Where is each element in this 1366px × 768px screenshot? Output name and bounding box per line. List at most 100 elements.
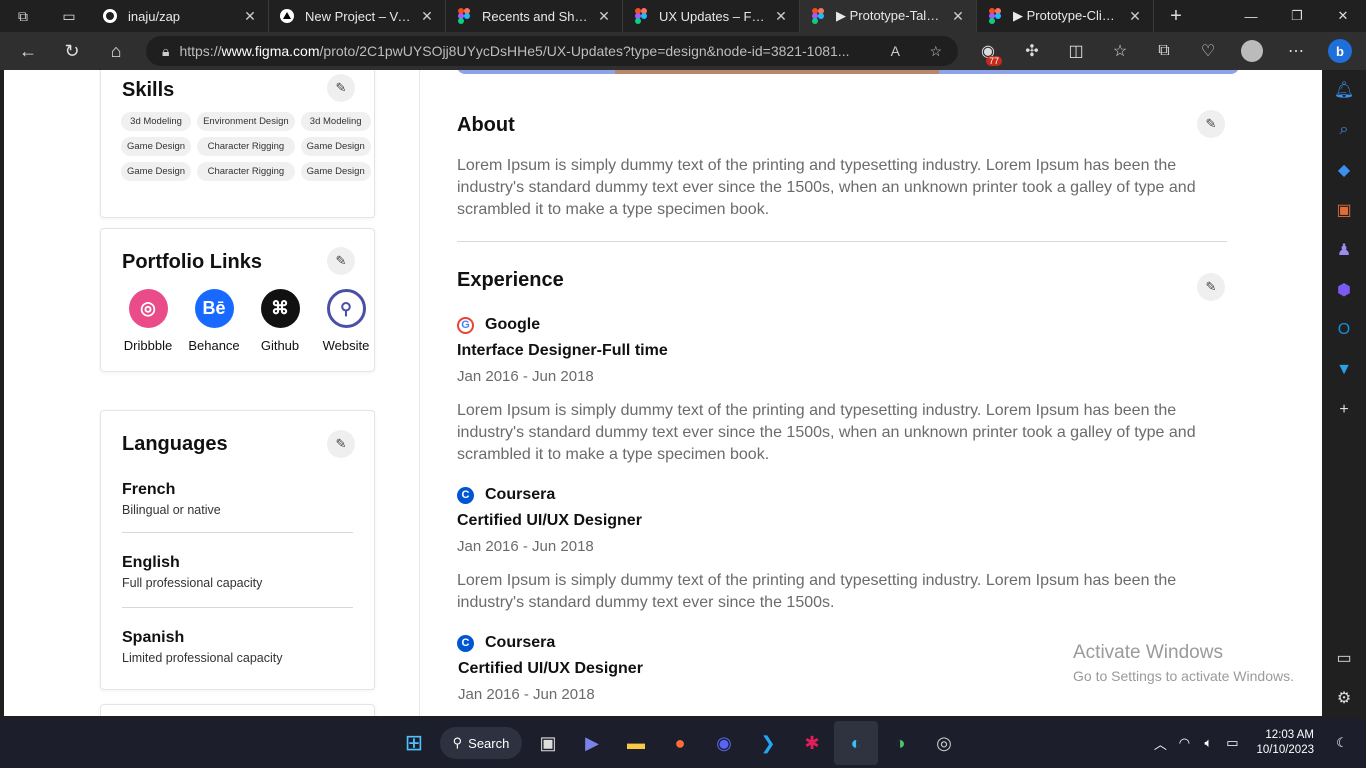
edit-skills-button[interactable]: ✎: [327, 74, 355, 102]
more-menu-icon[interactable]: ⋯: [1274, 32, 1318, 70]
workspaces-icon[interactable]: ⧉: [0, 0, 46, 32]
close-icon[interactable]: ✕: [596, 8, 612, 25]
search-icon[interactable]: ⌕: [1322, 110, 1366, 150]
skill-chip: Character Rigging: [197, 162, 295, 181]
language-level: Full professional capacity: [122, 576, 263, 590]
tab-prototype-client[interactable]: ▶ Prototype-Client ( ✕: [977, 0, 1154, 32]
drop-icon[interactable]: ▼: [1322, 350, 1366, 390]
file-explorer-icon[interactable]: ▬: [614, 721, 658, 765]
window-controls: — ❐ ✕: [1228, 0, 1366, 32]
portfolio-link-label: Website: [322, 338, 370, 353]
portfolio-link-label: Behance: [188, 338, 240, 353]
battery-icon[interactable]: ▭: [1220, 735, 1244, 751]
sidebar-layout-icon[interactable]: ▭: [1322, 638, 1366, 678]
portfolio-link-label: Github: [260, 338, 300, 353]
postman-icon[interactable]: ●: [658, 721, 702, 765]
language-item: French Bilingual or native: [122, 481, 353, 517]
app-icon[interactable]: ◎: [922, 721, 966, 765]
tab-github[interactable]: inaju/zap ✕: [92, 0, 269, 32]
pencil-icon: ✎: [1205, 116, 1217, 131]
volume-icon[interactable]: 🔈︎: [1196, 735, 1220, 751]
experience-dates: Jan 2016 - Jun 2018: [457, 368, 594, 385]
task-view-icon[interactable]: ▣: [526, 721, 570, 765]
experience-company: C Coursera: [457, 634, 555, 652]
clock[interactable]: 12:03 AM 10/10/2023: [1256, 728, 1314, 758]
add-icon[interactable]: +: [1322, 390, 1366, 430]
refresh-button[interactable]: ↻: [50, 32, 94, 70]
close-icon[interactable]: ✕: [950, 8, 966, 25]
favorites-icon[interactable]: ☆: [1098, 32, 1142, 70]
edit-languages-button[interactable]: ✎: [327, 430, 355, 458]
experience-title: Experience: [457, 269, 564, 291]
portfolio-link-github[interactable]: ⌘ Github: [247, 289, 313, 353]
browser-toolbar: ◉ 77 ✣ ◫ ☆ ⧉ ♡ ⋯ b: [966, 32, 1362, 70]
skills-chips: 3d Modeling Environment Design 3d Modeli…: [121, 112, 371, 181]
tab-figma-recents[interactable]: Recents and Sharing ✕: [446, 0, 623, 32]
edit-about-button[interactable]: ✎: [1197, 110, 1225, 138]
watermark-line1: Activate Windows: [1073, 642, 1223, 663]
wifi-icon[interactable]: ◠: [1172, 735, 1196, 751]
close-icon[interactable]: ✕: [419, 8, 435, 25]
edit-experience-button[interactable]: ✎: [1197, 273, 1225, 301]
experience-role: Certified UI/UX Designer: [457, 512, 642, 529]
portfolio-link-behance[interactable]: Bē Behance: [181, 289, 247, 353]
notifications-moon-icon[interactable]: ☾: [1330, 735, 1354, 751]
languages-title: Languages: [122, 433, 228, 455]
read-aloud-icon[interactable]: A: [891, 43, 900, 59]
tab-title: ▶ Prototype-Talent (: [836, 8, 944, 23]
edge-dev-icon[interactable]: ◑: [878, 721, 922, 765]
close-icon[interactable]: ✕: [773, 8, 789, 25]
skill-chip: Game Design: [121, 162, 192, 181]
skill-chip: Character Rigging: [197, 137, 295, 156]
split-screen-icon[interactable]: ◫: [1054, 32, 1098, 70]
new-tab-button[interactable]: +: [1160, 0, 1192, 32]
copilot-icon[interactable]: b: [1318, 32, 1362, 70]
slack-icon[interactable]: ✱: [790, 721, 834, 765]
vscode-icon[interactable]: ❯: [746, 721, 790, 765]
page-content: Skills ✎ 3d Modeling Environment Design …: [4, 70, 1322, 716]
vercel-icon: [279, 8, 295, 24]
close-icon[interactable]: ✕: [242, 8, 258, 25]
search-label: Search: [468, 735, 510, 751]
favorite-star-icon[interactable]: ☆: [929, 43, 942, 60]
skill-chip: Environment Design: [197, 112, 295, 131]
pencil-icon: ✎: [335, 80, 347, 95]
restore-button[interactable]: ❐: [1274, 0, 1320, 32]
left-column: Skills ✎ 3d Modeling Environment Design …: [4, 70, 420, 716]
divider: [122, 607, 353, 608]
settings-gear-icon[interactable]: ⚙: [1322, 678, 1366, 718]
close-icon[interactable]: ✕: [1127, 8, 1143, 25]
teams-meet-icon[interactable]: ▶: [570, 721, 614, 765]
edit-portfolio-button[interactable]: ✎: [327, 247, 355, 275]
copilot-sidebar-icon[interactable]: ⬢: [1322, 270, 1366, 310]
close-window-button[interactable]: ✕: [1320, 0, 1366, 32]
collections-icon[interactable]: ⧉: [1142, 32, 1186, 70]
start-windows-icon[interactable]: ⊞: [392, 721, 436, 765]
url-field[interactable]: 🔒︎ https://www.figma.com/proto/2C1pwUYSO…: [146, 36, 958, 66]
home-button[interactable]: ⌂: [94, 32, 138, 70]
tools-briefcase-icon[interactable]: ▣: [1322, 190, 1366, 230]
tab-prototype-talent[interactable]: ▶ Prototype-Talent ( ✕: [800, 0, 977, 32]
profile-avatar[interactable]: [1230, 32, 1274, 70]
notification-bell-icon[interactable]: 🔔︎: [1322, 70, 1366, 110]
portfolio-link-website[interactable]: ⚲ Website: [313, 289, 379, 353]
extension-icon[interactable]: ◉ 77: [966, 32, 1010, 70]
chevron-up-icon[interactable]: ︿: [1148, 734, 1172, 753]
figma-icon: [633, 8, 649, 24]
tab-figma-ux-updates[interactable]: UX Updates – Figma ✕: [623, 0, 800, 32]
outlook-icon[interactable]: O: [1322, 310, 1366, 350]
minimize-button[interactable]: —: [1228, 0, 1274, 32]
github-icon: [102, 8, 118, 24]
tab-vercel[interactable]: New Project – Vercel ✕: [269, 0, 446, 32]
edge-icon[interactable]: ◐: [834, 721, 878, 765]
portfolio-link-dribbble[interactable]: ◎ Dribbble: [115, 289, 181, 353]
performance-heart-icon[interactable]: ♡: [1186, 32, 1230, 70]
taskbar-apps: ⊞ ⚲ Search ▣ ▶ ▬ ● ◉ ❯ ✱ ◐ ◑ ◎: [392, 718, 966, 768]
extensions-puzzle-icon[interactable]: ✣: [1010, 32, 1054, 70]
back-button[interactable]: ←: [6, 32, 50, 70]
shopping-tag-icon[interactable]: ◆: [1322, 150, 1366, 190]
discord-icon[interactable]: ◉: [702, 721, 746, 765]
games-icon[interactable]: ♟: [1322, 230, 1366, 270]
vertical-tabs-icon[interactable]: ▭: [46, 0, 92, 32]
taskbar-search-button[interactable]: ⚲ Search: [440, 727, 522, 759]
